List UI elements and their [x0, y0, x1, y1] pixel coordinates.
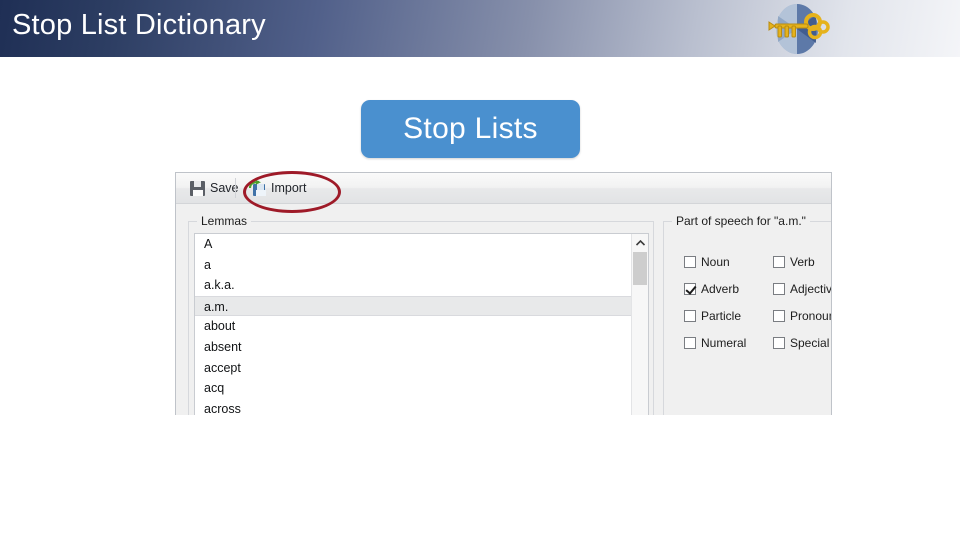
checkbox-label: Numeral — [701, 336, 747, 350]
globe-key-logo-icon — [768, 4, 830, 54]
stop-list-dialog: Save Import Lemmas Aa a.k.a. a.m. about abse… — [175, 172, 832, 415]
stop-lists-badge: Stop Lists — [361, 100, 580, 158]
checkmark-icon[interactable] — [684, 283, 696, 295]
toolbar-separator — [235, 178, 236, 198]
import-button-label: Import — [271, 181, 307, 195]
import-button[interactable]: Import — [244, 177, 311, 199]
lemma-list-item[interactable]: acq — [195, 378, 632, 399]
lemma-list-item[interactable]: a.k.a. — [195, 275, 632, 296]
checkbox-label: Verb — [790, 255, 815, 269]
checkbox-box-icon[interactable] — [773, 283, 785, 295]
checkbox-label: Adjective — [790, 282, 832, 296]
checkbox-noun[interactable]: Noun — [684, 255, 730, 269]
slide-header-bar: Stop List Dictionary — [0, 0, 960, 57]
checkbox-label: Noun — [701, 255, 730, 269]
checkbox-box-icon[interactable] — [684, 256, 696, 268]
checkbox-label: Special — [790, 336, 830, 350]
checkbox-adjective[interactable]: Adjective — [773, 282, 832, 296]
checkbox-numeral[interactable]: Numeral — [684, 336, 746, 350]
lemma-list-item[interactable]: about — [195, 316, 632, 337]
floppy-disk-import-icon — [249, 180, 266, 196]
chevron-up-icon[interactable] — [632, 234, 648, 251]
lemma-list-item[interactable]: a — [195, 255, 632, 276]
scrollbar-thumb[interactable] — [633, 252, 647, 285]
lemmas-groupbox-title: Lemmas — [197, 214, 252, 228]
part-of-speech-groupbox: Part of speech for "a.m." Noun Verb Adverb… — [663, 214, 832, 415]
checkbox-label: Pronoun — [790, 309, 832, 323]
checkbox-box-icon[interactable] — [684, 310, 696, 322]
dialog-toolbar: Save Import — [176, 173, 831, 204]
checkbox-special[interactable]: Special — [773, 336, 829, 350]
lemmas-groupbox: Lemmas Aa a.k.a. a.m. about absent accept acq a… — [188, 214, 654, 415]
lemma-list-item[interactable]: accept — [195, 358, 632, 379]
lemma-list-item[interactable]: absent — [195, 337, 632, 358]
checkbox-pronoun[interactable]: Pronoun — [773, 309, 832, 323]
lemma-list-item[interactable]: A — [195, 234, 632, 255]
page-title: Stop List Dictionary — [12, 9, 266, 41]
checkbox-box-icon[interactable] — [773, 256, 785, 268]
checkbox-box-icon[interactable] — [684, 337, 696, 349]
checkbox-box-icon[interactable] — [773, 337, 785, 349]
floppy-disk-icon — [190, 180, 205, 196]
checkbox-adverb[interactable]: Adverb — [684, 282, 739, 296]
lemmas-item-container: Aa a.k.a. a.m. about absent accept acq across — [195, 234, 632, 415]
stop-lists-badge-label: Stop Lists — [403, 112, 538, 145]
checkbox-label: Adverb — [701, 282, 740, 296]
checkbox-label: Particle — [701, 309, 742, 323]
checkbox-particle[interactable]: Particle — [684, 309, 741, 323]
lemmas-scrollbar[interactable] — [631, 234, 648, 415]
part-of-speech-groupbox-title: Part of speech for "a.m." — [672, 214, 810, 228]
checkbox-box-icon[interactable] — [773, 310, 785, 322]
lemma-list-item[interactable]: across — [195, 399, 632, 415]
checkbox-verb[interactable]: Verb — [773, 255, 815, 269]
lemmas-listbox[interactable]: Aa a.k.a. a.m. about absent accept acq across — [194, 233, 649, 415]
lemma-list-item[interactable]: a.m. — [195, 295, 632, 317]
